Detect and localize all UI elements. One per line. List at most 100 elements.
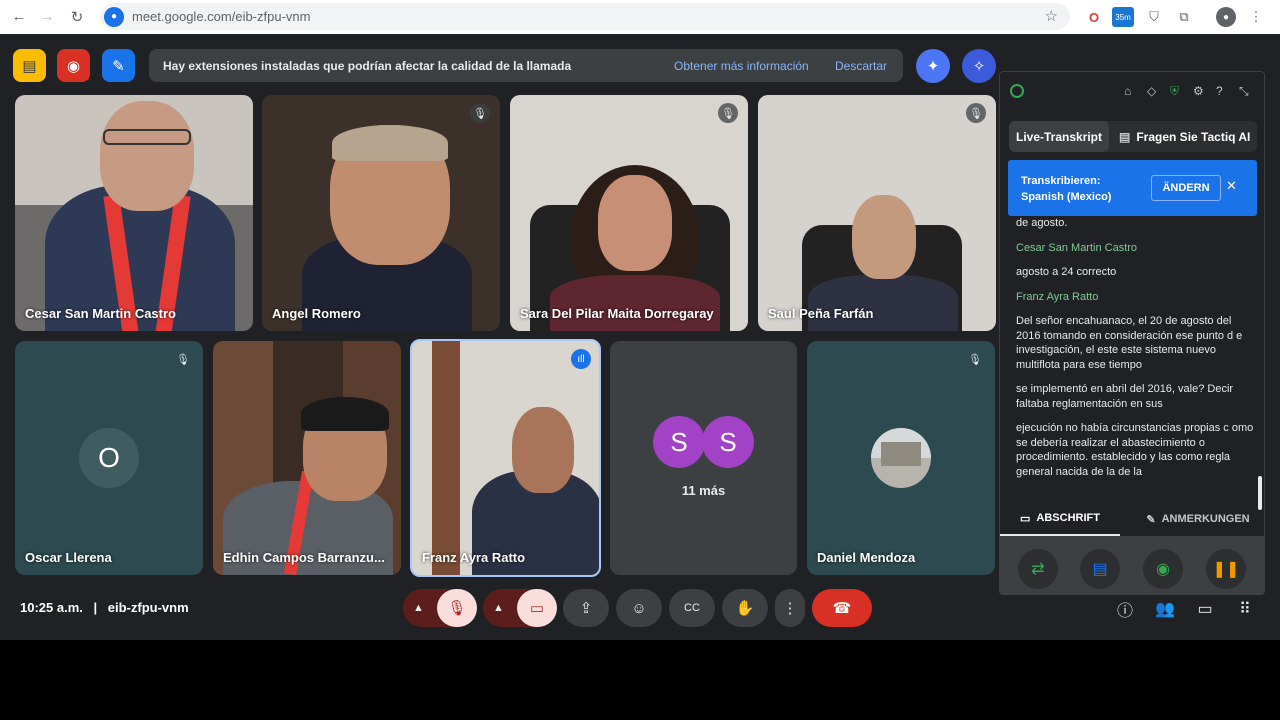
more-participants-count: 11 más: [681, 483, 726, 498]
banner-text: Hay extensiones instaladas que podrían a…: [163, 58, 572, 73]
language-value: Spanish (Mexico): [1021, 191, 1112, 203]
muted-icon: 🎙: [470, 103, 490, 123]
tab-live-label: Live-Transkript: [1015, 129, 1103, 144]
participant-name: Saul Peña Farfán: [768, 306, 874, 321]
face-shape: [852, 195, 916, 279]
magic-wand-icon[interactable]: ✦: [916, 49, 950, 83]
browser-menu-icon[interactable]: ⋮: [1246, 7, 1266, 27]
people-icon[interactable]: 👥: [1153, 597, 1177, 621]
panel-header: ⌂ ◇ ⛨ ⚙ ? ⤡: [1000, 72, 1264, 110]
transcription-language-box: Transkribieren: Spanish (Mexico) ÄNDERN …: [1008, 160, 1257, 216]
shield-check-icon[interactable]: ⛨: [1170, 84, 1179, 99]
dismiss-link[interactable]: Descartar: [835, 59, 887, 73]
transcribe-label: Transkribieren:: [1021, 175, 1101, 187]
more-info-link[interactable]: Obtener más información: [674, 59, 809, 73]
eraser-icon[interactable]: ◇: [1147, 84, 1156, 98]
avatar-initial: S: [670, 426, 688, 457]
notes-doc-icon[interactable]: ✎: [102, 49, 135, 82]
opera-extension-icon[interactable]: O: [1084, 7, 1104, 27]
captions-button[interactable]: CC: [669, 589, 715, 627]
hair-shape: [332, 125, 448, 161]
info-separator: |: [93, 600, 98, 615]
mic-site-icon[interactable]: ●: [104, 6, 124, 27]
meeting-code: eib-zfpu-vnm: [107, 600, 189, 615]
transcript-speaker: Cesar San Martin Castro: [1016, 241, 1138, 254]
record-icon[interactable]: ◉: [57, 49, 90, 82]
close-icon[interactable]: ✕: [1226, 178, 1237, 194]
participant-tile[interactable]: 🎙 Angel Romero: [262, 95, 500, 331]
camera-control-group: ▲ ▭: [483, 589, 557, 627]
meeting-info: 10:25 a.m. | eib-zfpu-vnm: [20, 600, 189, 615]
participant-tile[interactable]: O 🎙 Oscar Llerena: [15, 341, 203, 575]
participant-tile[interactable]: 🎙 Sara Del Pilar Maita Dorregaray: [510, 95, 748, 331]
subtab-notes[interactable]: ✎ ANMERKUNGEN: [1130, 502, 1264, 536]
url-text: meet.google.com/eib-zfpu-vnm: [132, 9, 311, 24]
settings-gear-icon[interactable]: ⚙: [1193, 84, 1204, 98]
others-tile[interactable]: S S 11 más: [610, 341, 797, 575]
extensions-warning-banner: Hay extensiones instaladas que podrían a…: [149, 49, 903, 82]
hair-shape: [301, 397, 389, 431]
face-shape: [512, 407, 574, 493]
camera-toggle-button[interactable]: ▭: [517, 589, 557, 627]
participant-name: Sara Del Pilar Maita Dorregaray: [520, 306, 714, 321]
muted-icon: 🎙: [966, 103, 986, 123]
participant-name: Franz Ayra Ratto: [422, 550, 526, 565]
more-options-button[interactable]: ⋮: [775, 589, 805, 627]
forward-icon[interactable]: →: [34, 8, 60, 25]
raise-hand-button[interactable]: ✋: [722, 589, 768, 627]
recording-status-icon: [1010, 84, 1024, 98]
tab-live-transcript[interactable]: Live-Transkript: [1009, 121, 1109, 152]
back-icon[interactable]: ←: [6, 8, 32, 25]
participant-tile[interactable]: Cesar San Martin Castro: [15, 95, 253, 331]
panel-subtabs: ▭ ABSCHRIFT ✎ ANMERKUNGEN: [1000, 502, 1264, 536]
change-language-button[interactable]: ÄNDERN: [1151, 175, 1221, 201]
participant-tile-active-speaker[interactable]: ıll Franz Ayra Ratto: [410, 339, 601, 577]
face-shape: [100, 101, 194, 211]
participant-tile[interactable]: 🎙 Saul Peña Farfán: [758, 95, 996, 331]
google-docs-icon[interactable]: ▤: [1080, 549, 1120, 589]
puzzle-extensions-icon[interactable]: ⧉: [1174, 7, 1194, 27]
profile-avatar[interactable]: ●: [1216, 7, 1236, 27]
emoji-reactions-button[interactable]: ☺: [616, 589, 662, 627]
speaking-indicator-icon: ıll: [571, 349, 591, 369]
present-screen-button[interactable]: ⇪: [563, 589, 609, 627]
mic-control-group: ▲ 🎙: [403, 589, 477, 627]
transcript-text: ejecución no había circunstancias propia…: [1016, 422, 1254, 478]
suit-shape: [808, 275, 958, 331]
collapse-icon[interactable]: ⤡: [1239, 84, 1249, 99]
screenshot-camera-icon[interactable]: ◉: [1143, 549, 1183, 589]
mic-toggle-button[interactable]: 🎙: [437, 589, 477, 627]
end-call-button[interactable]: ☎: [812, 589, 872, 627]
door-frame-shape: [432, 341, 460, 575]
participant-tile[interactable]: Edhin Campos Barranzu...: [213, 341, 401, 575]
activities-icon[interactable]: ⠿: [1233, 597, 1257, 621]
timer-extension-icon[interactable]: 35m: [1112, 7, 1134, 27]
address-bar[interactable]: ● meet.google.com/eib-zfpu-vnm ☆: [100, 3, 1070, 30]
meeting-details-icon[interactable]: ⓘ: [1113, 597, 1137, 621]
gemini-sparkle-icon[interactable]: ✧: [962, 49, 996, 83]
shield-extension-icon[interactable]: ⛉: [1144, 7, 1164, 27]
face-shape: [598, 175, 672, 271]
help-icon[interactable]: ?: [1216, 84, 1223, 98]
home-icon[interactable]: ⌂: [1124, 84, 1131, 98]
camera-options-chevron-icon[interactable]: ▲: [493, 602, 504, 614]
participant-name: Edhin Campos Barranzu...: [223, 550, 385, 565]
share-icon[interactable]: ⇄: [1018, 549, 1058, 589]
clothes-shape: [550, 275, 720, 331]
meeting-controls-bar: 10:25 a.m. | eib-zfpu-vnm ▲ 🎙 ▲ ▭ ⇪ ☺ CC…: [0, 589, 1280, 639]
muted-icon: 🎙: [718, 103, 738, 123]
transcript-text: se implementó en abril del 2016, vale? D…: [1016, 383, 1234, 410]
browser-toolbar: ← → ↻ ● meet.google.com/eib-zfpu-vnm ☆ O…: [0, 0, 1280, 34]
mic-options-chevron-icon[interactable]: ▲: [413, 602, 424, 614]
tactiq-toggle-icon[interactable]: ▤: [13, 49, 46, 82]
chat-icon[interactable]: ▭: [1193, 597, 1217, 621]
participant-tile[interactable]: 🎙 Daniel Mendoza: [807, 341, 995, 575]
subtab-transcript[interactable]: ▭ ABSCHRIFT: [1000, 502, 1120, 536]
pause-icon[interactable]: ❚❚: [1206, 549, 1246, 589]
bookmark-star-icon[interactable]: ☆: [1045, 7, 1058, 25]
tab-ai-label: Fragen Sie Tactiq AI: [1136, 129, 1251, 144]
tab-ask-ai[interactable]: ▤ Fragen Sie Tactiq AI: [1119, 121, 1250, 152]
reload-icon[interactable]: ↻: [64, 8, 90, 26]
avatar: S: [653, 416, 705, 468]
subtab-transcript-label: ABSCHRIFT: [1036, 512, 1100, 524]
